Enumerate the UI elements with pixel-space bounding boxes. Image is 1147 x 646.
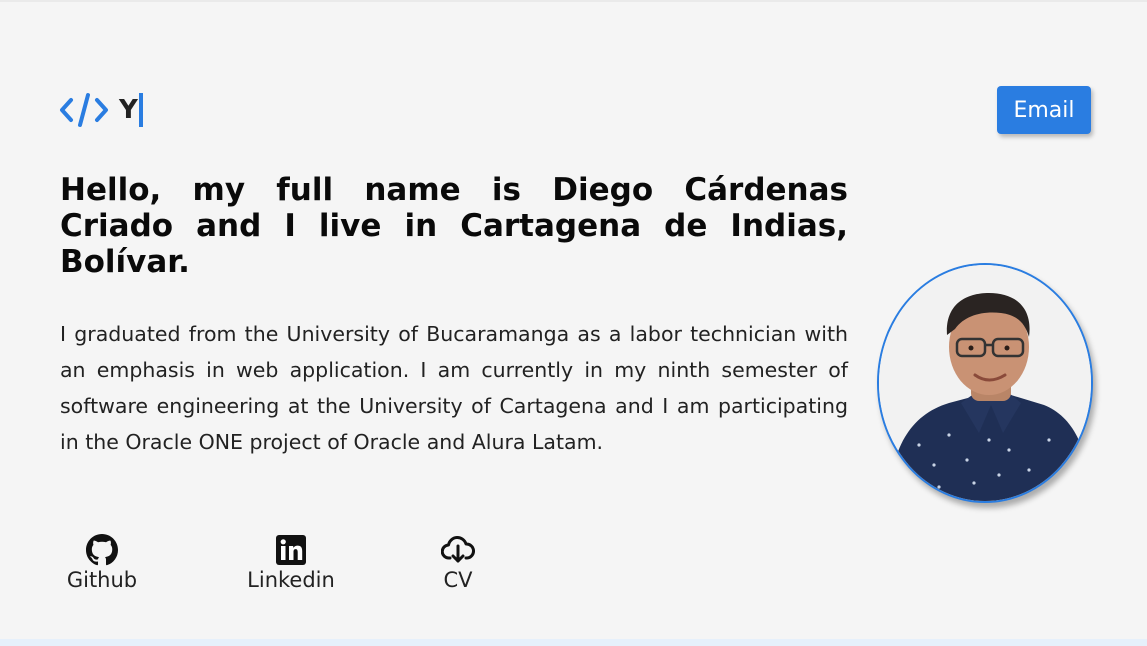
typing-cursor [138,93,143,127]
page-title: Hello, my full name is Diego Cárdenas Cr… [60,172,848,280]
code-icon [59,92,109,128]
linkedin-icon [276,533,306,567]
linkedin-label: Linkedin [247,568,335,592]
profile-photo [877,263,1093,503]
github-link[interactable]: Github [60,533,144,593]
typed-text: Y [119,95,138,125]
linkedin-link[interactable]: Linkedin [239,533,343,593]
cv-link[interactable]: CV [438,533,478,593]
logo: Y [59,92,143,128]
cloud-download-icon [441,533,475,567]
email-button[interactable]: Email [997,86,1091,134]
top-divider [0,0,1147,2]
github-icon [86,533,118,567]
cv-label: CV [443,568,473,592]
bio-paragraph: I graduated from the University of Bucar… [60,322,848,454]
github-label: Github [66,568,138,592]
bottom-divider [0,639,1147,646]
